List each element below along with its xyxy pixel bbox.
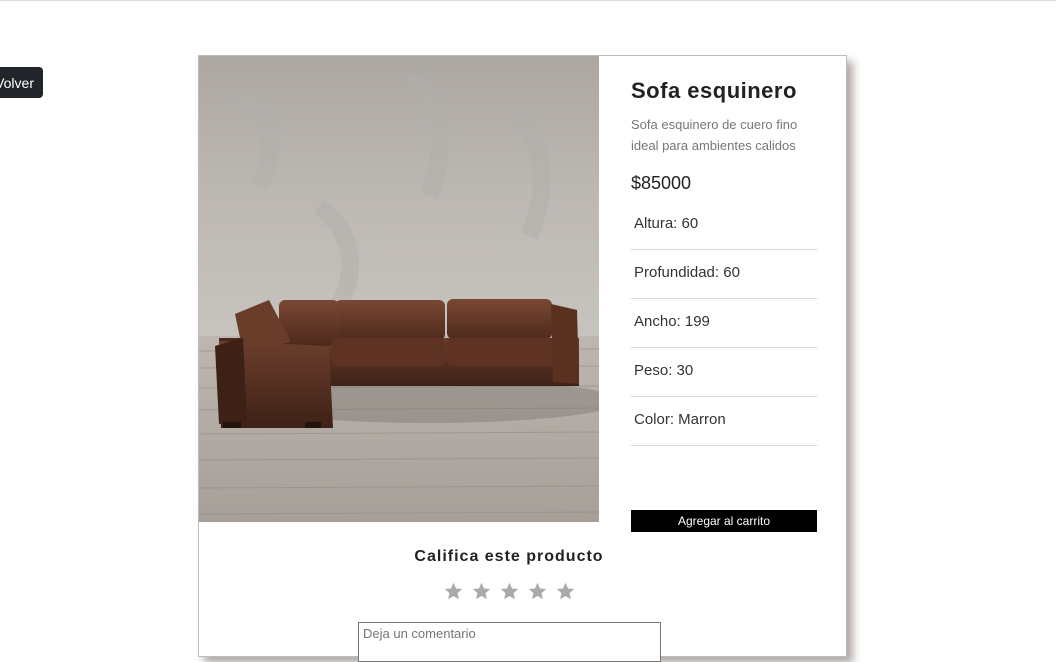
top-divider	[0, 0, 1056, 1]
product-description: Sofa esquinero de cuero fino ideal para …	[631, 117, 798, 153]
product-price: $85000	[631, 173, 692, 193]
star-icon-1[interactable]	[443, 581, 464, 602]
spec-weight: Peso: 30	[631, 349, 817, 397]
spec-width: Ancho: 199	[631, 300, 817, 348]
star-rating	[199, 581, 819, 602]
spec-color: Color: Marron	[631, 398, 817, 446]
star-icon-4[interactable]	[527, 581, 548, 602]
star-icon-2[interactable]	[471, 581, 492, 602]
star-icon-3[interactable]	[499, 581, 520, 602]
comment-input[interactable]	[358, 622, 661, 662]
product-info: Sofa esquinero Sofa esquinero de cuero f…	[631, 78, 817, 462]
product-image	[199, 56, 599, 522]
star-icon-5[interactable]	[555, 581, 576, 602]
product-title: Sofa esquinero	[631, 78, 797, 103]
product-card: Sofa esquinero Sofa esquinero de cuero f…	[198, 55, 847, 662]
product-specs: Altura: 60 Profundidad: 60 Ancho: 199 Pe…	[631, 202, 817, 446]
spec-depth: Profundidad: 60	[631, 251, 817, 299]
spec-height: Altura: 60	[631, 202, 817, 250]
rating-title: Califica este producto	[414, 548, 604, 565]
add-to-cart-button[interactable]: Agregar al carrito	[631, 510, 817, 532]
back-button[interactable]: Volver	[0, 67, 43, 98]
back-button-label: Volver	[0, 74, 34, 91]
